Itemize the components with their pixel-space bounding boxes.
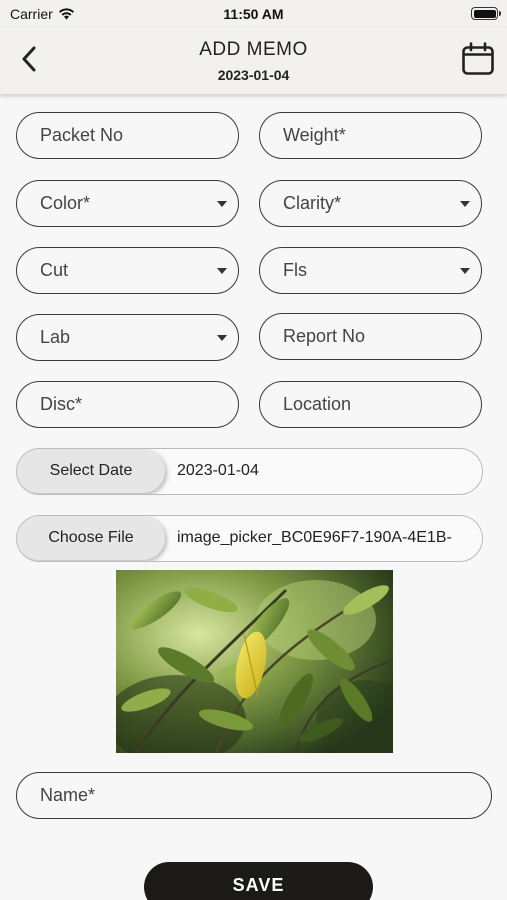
selected-date-value: 2023-01-04 [177,462,259,479]
cut-dropdown[interactable]: Cut [16,247,239,294]
select-date-button[interactable]: Select Date [17,449,165,493]
calendar-button[interactable] [461,42,495,76]
weight-placeholder: Weight* [283,125,346,145]
fls-placeholder: Fls [283,260,307,280]
clarity-dropdown[interactable]: Clarity* [259,180,482,227]
calendar-icon [462,42,494,75]
selected-image-preview [116,570,393,753]
choose-file-button[interactable]: Choose File [17,516,165,560]
disc-input[interactable]: Disc* [16,381,239,428]
save-button[interactable]: SAVE [144,862,373,900]
status-bar: Carrier 11:50 AM [0,0,507,28]
location-placeholder: Location [283,394,352,414]
report-no-placeholder: Report No [283,326,366,346]
page-title: ADD MEMO [199,39,308,60]
disc-placeholder: Disc* [40,394,83,414]
page-date: 2023-01-04 [217,67,290,83]
clarity-placeholder: Clarity* [283,193,342,213]
color-placeholder: Color* [40,193,91,213]
lab-placeholder: Lab [40,327,71,347]
chosen-file-name: image_picker_BC0E96F7-190A-4E1B- [177,529,452,546]
dropdown-arrow-icon [217,268,227,274]
packet-no-input[interactable]: Packet No [16,112,239,159]
battery-icon [471,7,501,20]
report-no-input[interactable]: Report No [259,313,482,360]
dropdown-arrow-icon [217,201,227,207]
date-picker-field: Select Date 2023-01-04 [16,448,483,495]
dropdown-arrow-icon [217,335,227,341]
color-dropdown[interactable]: Color* [16,180,239,227]
weight-input[interactable]: Weight* [259,112,482,159]
dropdown-arrow-icon [460,268,470,274]
packet-no-placeholder: Packet No [40,125,124,145]
fls-dropdown[interactable]: Fls [259,247,482,294]
dropdown-arrow-icon [460,201,470,207]
name-input[interactable]: Name* [16,772,492,819]
lab-dropdown[interactable]: Lab [16,314,239,361]
status-time: 11:50 AM [223,6,284,22]
name-placeholder: Name* [40,785,96,805]
location-input[interactable]: Location [259,381,482,428]
app-header: ADD MEMO 2023-01-04 [0,28,507,94]
file-picker-field: Choose File image_picker_BC0E96F7-190A-4… [16,515,483,562]
save-button-label: SAVE [232,875,285,895]
cut-placeholder: Cut [40,260,69,280]
